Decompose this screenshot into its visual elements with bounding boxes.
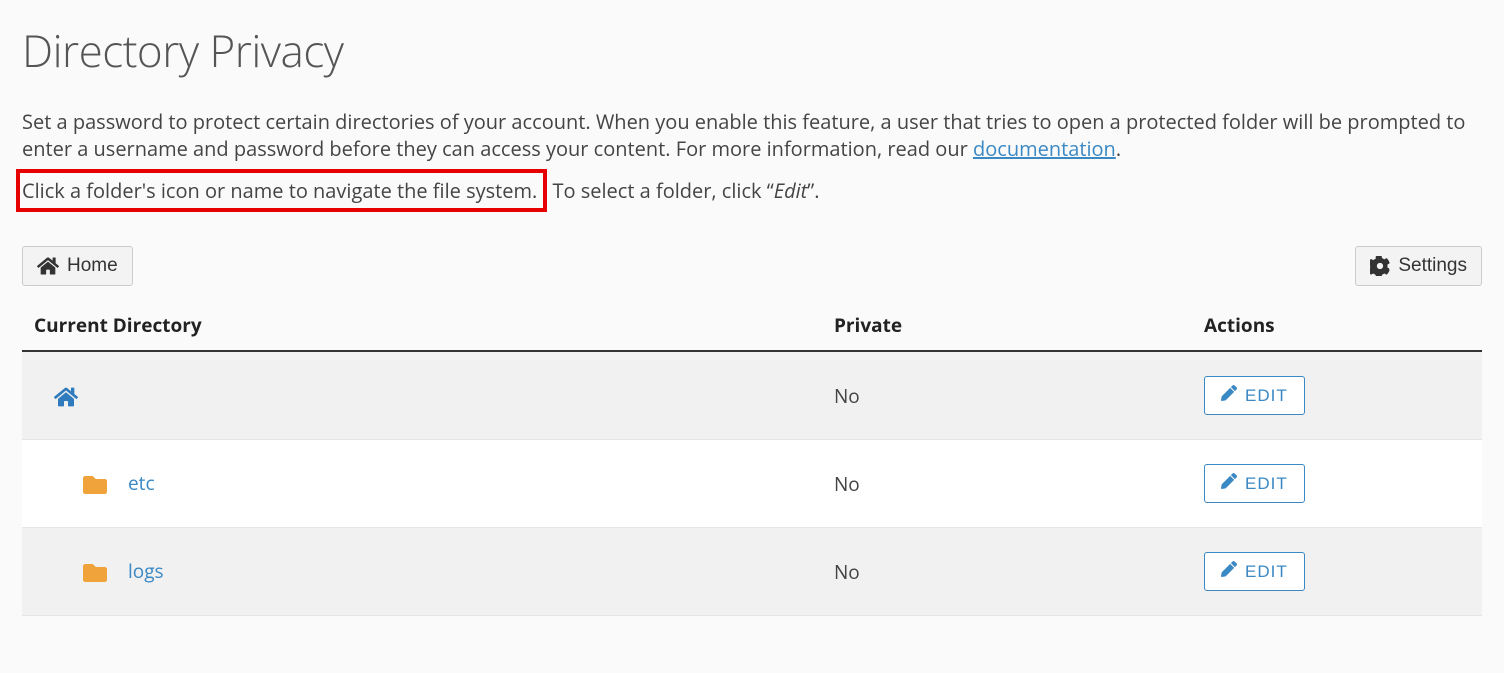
pencil-icon xyxy=(1221,561,1237,582)
instruction-rest-2: ”. xyxy=(807,177,819,204)
folder-icon[interactable] xyxy=(34,470,110,497)
edit-button[interactable]: EDIT xyxy=(1204,464,1305,503)
page-title: Directory Privacy xyxy=(22,20,1482,80)
description-text-2: . xyxy=(1116,135,1121,162)
private-cell: No xyxy=(822,351,1192,440)
table-row: No EDIT xyxy=(22,351,1482,440)
edit-button[interactable]: EDIT xyxy=(1204,552,1305,591)
edit-button-label: EDIT xyxy=(1245,562,1288,582)
pencil-icon xyxy=(1221,385,1237,406)
folder-icon[interactable] xyxy=(34,558,110,585)
description-text-1: Set a password to protect certain direct… xyxy=(22,108,1465,162)
toolbar: Home Settings xyxy=(22,246,1482,286)
home-icon[interactable] xyxy=(34,383,78,409)
column-header-private: Private xyxy=(822,302,1192,351)
page-description: Set a password to protect certain direct… xyxy=(22,108,1482,162)
home-button[interactable]: Home xyxy=(22,246,133,286)
column-header-actions: Actions xyxy=(1192,302,1482,351)
instruction-edit-word: Edit xyxy=(774,177,808,204)
edit-button[interactable]: EDIT xyxy=(1204,376,1305,415)
column-header-current-directory: Current Directory xyxy=(22,302,822,351)
private-cell: No xyxy=(822,528,1192,616)
documentation-link[interactable]: documentation xyxy=(973,135,1116,162)
private-cell: No xyxy=(822,440,1192,528)
folder-name-link[interactable]: etc xyxy=(128,470,155,496)
settings-button-label: Settings xyxy=(1398,255,1467,277)
instruction-text: Click a folder's icon or name to navigat… xyxy=(22,176,1482,206)
instruction-rest-1: To select a folder, click “ xyxy=(547,177,773,204)
gear-icon xyxy=(1370,255,1390,277)
folder-name-link[interactable]: logs xyxy=(128,558,164,584)
table-row: logs No EDIT xyxy=(22,528,1482,616)
directory-table: Current Directory Private Actions No xyxy=(22,302,1482,616)
home-icon xyxy=(37,255,59,277)
edit-button-label: EDIT xyxy=(1245,386,1288,406)
table-row: etc No EDIT xyxy=(22,440,1482,528)
pencil-icon xyxy=(1221,473,1237,494)
home-button-label: Home xyxy=(67,255,118,277)
settings-button[interactable]: Settings xyxy=(1355,246,1482,286)
instruction-highlighted: Click a folder's icon or name to navigat… xyxy=(16,169,547,212)
edit-button-label: EDIT xyxy=(1245,474,1288,494)
